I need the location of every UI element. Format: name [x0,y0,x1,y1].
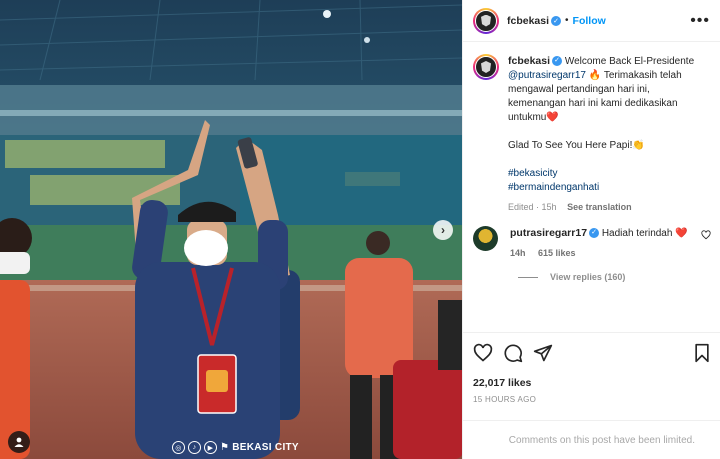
post-time-ago: 15 HOURS AGO [473,395,537,404]
watermark-text: BEKASI CITY [232,442,299,453]
tagged-people-button[interactable] [8,431,30,453]
caption-meta: Edited · 15h See translation [508,200,710,214]
instagram-icon: ◎ [172,441,185,454]
caption-line-1: Welcome Back El-Presidente [564,56,695,67]
clapping-emoji: 👏 [632,140,645,151]
like-heart-icon[interactable] [473,343,493,363]
bookmark-save-icon[interactable] [693,343,711,363]
comment-timestamp: 14h [510,248,526,258]
photo-watermark: ◎ ♪ ▶ ⚑ BEKASI CITY [172,441,299,454]
comments-limited-notice: Comments on this post have been limited. [463,420,720,459]
likes-count[interactable]: 22,017 likes [473,377,711,389]
share-send-icon[interactable] [533,343,553,363]
red-heart-emoji: ❤️ [675,228,688,239]
verified-badge-icon: ✓ [551,15,562,26]
caption-line-3: Glad To See You Here Papi! [508,140,633,151]
club-logo-icon: ⚑ [220,442,230,453]
separator-dot: • [565,15,569,26]
follow-button[interactable]: Follow [573,15,606,27]
hashtag-link[interactable]: #bermaindenganhati [508,181,710,195]
stadium-scene-image [0,0,462,459]
verified-badge-icon: ✓ [589,228,600,239]
chevron-right-icon: › [441,223,445,237]
caption-author-avatar[interactable] [473,54,499,80]
fire-emoji: 🔥 [588,70,602,81]
commenter-username[interactable]: putrasiregarr17 [510,227,587,239]
author-username[interactable]: fcbekasi [507,15,549,27]
view-replies-button[interactable]: View replies (160) [518,272,720,282]
post-side-panel: fcbekasi ✓ • Follow ••• fcbekasi ✓ Welcom… [462,0,720,459]
replies-line-divider [518,276,538,278]
youtube-icon: ▶ [204,441,217,454]
post-caption: fcbekasi ✓ Welcome Back El-Presidente @pu… [463,42,720,214]
red-heart-emoji: ❤️ [546,112,559,123]
caption-username[interactable]: fcbekasi [508,55,550,67]
post-photo: › ◎ ♪ ▶ ⚑ BEKASI CITY [0,0,462,459]
view-replies-label: View replies (160) [550,272,626,282]
commenter-avatar[interactable] [473,226,498,251]
post-actions: 22,017 likes 15 HOURS AGO [463,332,720,404]
see-translation-button[interactable]: See translation [567,202,632,212]
hashtag-link[interactable]: #bekasicity [508,167,710,181]
tiktok-icon: ♪ [188,441,201,454]
user-icon [14,437,24,447]
comment-likes[interactable]: 615 likes [538,248,576,258]
caption-timestamp: Edited · 15h [508,202,557,212]
comment-item: putrasiregarr17 ✓ Hadiah terindah ❤️ 14h … [463,226,720,260]
post-header: fcbekasi ✓ • Follow ••• [463,0,720,42]
instagram-post-view: › ◎ ♪ ▶ ⚑ BEKASI CITY fcbekasi ✓ • Follo… [0,0,720,459]
caption-mention-link[interactable]: @putrasiregarr17 [508,70,586,81]
verified-badge-icon: ✓ [552,56,563,67]
comment-text: Hadiah terindah [601,228,673,239]
more-options-icon[interactable]: ••• [690,12,710,29]
author-avatar[interactable] [473,7,499,34]
like-comment-heart-icon[interactable] [701,230,711,240]
comment-bubble-icon[interactable] [503,343,523,363]
next-photo-button[interactable]: › [433,220,453,240]
